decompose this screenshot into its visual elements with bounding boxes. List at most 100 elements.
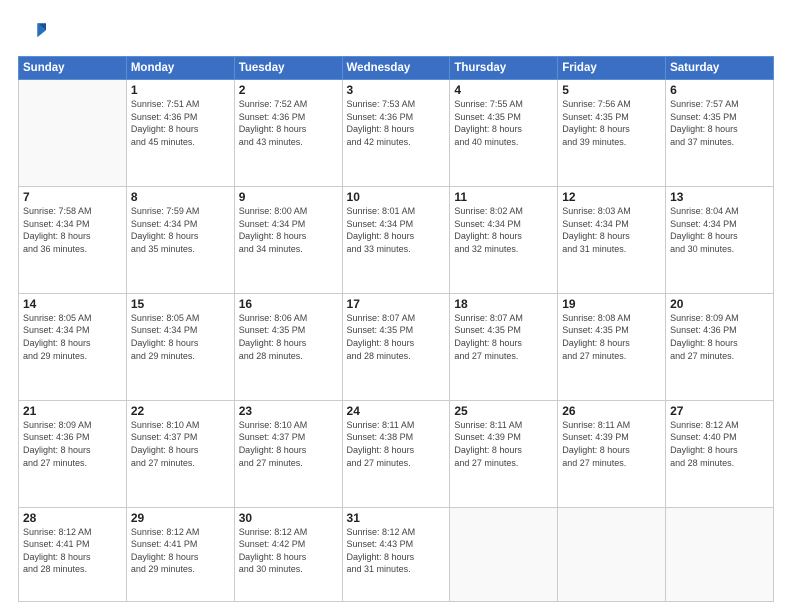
- day-info: Sunrise: 7:55 AM Sunset: 4:35 PM Dayligh…: [454, 98, 553, 148]
- day-info: Sunrise: 8:12 AM Sunset: 4:41 PM Dayligh…: [23, 526, 122, 576]
- day-number: 27: [670, 404, 769, 418]
- calendar-cell: 31Sunrise: 8:12 AM Sunset: 4:43 PM Dayli…: [342, 507, 450, 601]
- day-info: Sunrise: 8:05 AM Sunset: 4:34 PM Dayligh…: [131, 312, 230, 362]
- day-number: 6: [670, 83, 769, 97]
- calendar-cell: 29Sunrise: 8:12 AM Sunset: 4:41 PM Dayli…: [126, 507, 234, 601]
- calendar-cell: [19, 80, 127, 187]
- calendar-cell: 20Sunrise: 8:09 AM Sunset: 4:36 PM Dayli…: [666, 293, 774, 400]
- calendar-cell: 26Sunrise: 8:11 AM Sunset: 4:39 PM Dayli…: [558, 400, 666, 507]
- weekday-header-saturday: Saturday: [666, 57, 774, 80]
- calendar-cell: [558, 507, 666, 601]
- day-info: Sunrise: 8:12 AM Sunset: 4:43 PM Dayligh…: [347, 526, 446, 576]
- calendar-cell: 14Sunrise: 8:05 AM Sunset: 4:34 PM Dayli…: [19, 293, 127, 400]
- calendar-cell: 30Sunrise: 8:12 AM Sunset: 4:42 PM Dayli…: [234, 507, 342, 601]
- calendar-cell: [666, 507, 774, 601]
- day-info: Sunrise: 8:10 AM Sunset: 4:37 PM Dayligh…: [239, 419, 338, 469]
- calendar-week-3: 14Sunrise: 8:05 AM Sunset: 4:34 PM Dayli…: [19, 293, 774, 400]
- day-info: Sunrise: 8:06 AM Sunset: 4:35 PM Dayligh…: [239, 312, 338, 362]
- calendar-week-1: 1Sunrise: 7:51 AM Sunset: 4:36 PM Daylig…: [19, 80, 774, 187]
- calendar-cell: [450, 507, 558, 601]
- day-number: 20: [670, 297, 769, 311]
- calendar-cell: 19Sunrise: 8:08 AM Sunset: 4:35 PM Dayli…: [558, 293, 666, 400]
- weekday-header-sunday: Sunday: [19, 57, 127, 80]
- day-info: Sunrise: 7:57 AM Sunset: 4:35 PM Dayligh…: [670, 98, 769, 148]
- header: [18, 18, 774, 46]
- calendar-cell: 8Sunrise: 7:59 AM Sunset: 4:34 PM Daylig…: [126, 186, 234, 293]
- day-info: Sunrise: 8:10 AM Sunset: 4:37 PM Dayligh…: [131, 419, 230, 469]
- day-number: 25: [454, 404, 553, 418]
- day-info: Sunrise: 8:05 AM Sunset: 4:34 PM Dayligh…: [23, 312, 122, 362]
- calendar-cell: 27Sunrise: 8:12 AM Sunset: 4:40 PM Dayli…: [666, 400, 774, 507]
- weekday-header-tuesday: Tuesday: [234, 57, 342, 80]
- calendar-week-5: 28Sunrise: 8:12 AM Sunset: 4:41 PM Dayli…: [19, 507, 774, 601]
- day-info: Sunrise: 8:01 AM Sunset: 4:34 PM Dayligh…: [347, 205, 446, 255]
- day-number: 26: [562, 404, 661, 418]
- calendar-cell: 3Sunrise: 7:53 AM Sunset: 4:36 PM Daylig…: [342, 80, 450, 187]
- calendar-cell: 28Sunrise: 8:12 AM Sunset: 4:41 PM Dayli…: [19, 507, 127, 601]
- day-number: 3: [347, 83, 446, 97]
- day-number: 31: [347, 511, 446, 525]
- weekday-header-friday: Friday: [558, 57, 666, 80]
- calendar-table: SundayMondayTuesdayWednesdayThursdayFrid…: [18, 56, 774, 602]
- day-info: Sunrise: 7:51 AM Sunset: 4:36 PM Dayligh…: [131, 98, 230, 148]
- day-info: Sunrise: 8:11 AM Sunset: 4:39 PM Dayligh…: [454, 419, 553, 469]
- calendar-week-4: 21Sunrise: 8:09 AM Sunset: 4:36 PM Dayli…: [19, 400, 774, 507]
- logo: [18, 18, 48, 46]
- day-info: Sunrise: 7:52 AM Sunset: 4:36 PM Dayligh…: [239, 98, 338, 148]
- day-number: 18: [454, 297, 553, 311]
- day-number: 12: [562, 190, 661, 204]
- calendar-cell: 10Sunrise: 8:01 AM Sunset: 4:34 PM Dayli…: [342, 186, 450, 293]
- day-info: Sunrise: 8:03 AM Sunset: 4:34 PM Dayligh…: [562, 205, 661, 255]
- calendar-cell: 16Sunrise: 8:06 AM Sunset: 4:35 PM Dayli…: [234, 293, 342, 400]
- day-number: 14: [23, 297, 122, 311]
- day-info: Sunrise: 8:09 AM Sunset: 4:36 PM Dayligh…: [23, 419, 122, 469]
- calendar-cell: 7Sunrise: 7:58 AM Sunset: 4:34 PM Daylig…: [19, 186, 127, 293]
- day-info: Sunrise: 7:58 AM Sunset: 4:34 PM Dayligh…: [23, 205, 122, 255]
- day-number: 28: [23, 511, 122, 525]
- logo-icon: [18, 18, 46, 46]
- day-number: 15: [131, 297, 230, 311]
- day-number: 1: [131, 83, 230, 97]
- page-container: SundayMondayTuesdayWednesdayThursdayFrid…: [0, 0, 792, 612]
- day-number: 4: [454, 83, 553, 97]
- calendar-cell: 15Sunrise: 8:05 AM Sunset: 4:34 PM Dayli…: [126, 293, 234, 400]
- day-info: Sunrise: 8:04 AM Sunset: 4:34 PM Dayligh…: [670, 205, 769, 255]
- day-info: Sunrise: 8:07 AM Sunset: 4:35 PM Dayligh…: [454, 312, 553, 362]
- calendar-cell: 18Sunrise: 8:07 AM Sunset: 4:35 PM Dayli…: [450, 293, 558, 400]
- day-info: Sunrise: 8:07 AM Sunset: 4:35 PM Dayligh…: [347, 312, 446, 362]
- day-info: Sunrise: 7:59 AM Sunset: 4:34 PM Dayligh…: [131, 205, 230, 255]
- day-number: 13: [670, 190, 769, 204]
- day-number: 19: [562, 297, 661, 311]
- day-info: Sunrise: 7:56 AM Sunset: 4:35 PM Dayligh…: [562, 98, 661, 148]
- calendar-week-2: 7Sunrise: 7:58 AM Sunset: 4:34 PM Daylig…: [19, 186, 774, 293]
- day-number: 5: [562, 83, 661, 97]
- calendar-cell: 23Sunrise: 8:10 AM Sunset: 4:37 PM Dayli…: [234, 400, 342, 507]
- day-info: Sunrise: 8:12 AM Sunset: 4:41 PM Dayligh…: [131, 526, 230, 576]
- weekday-header-row: SundayMondayTuesdayWednesdayThursdayFrid…: [19, 57, 774, 80]
- calendar-cell: 17Sunrise: 8:07 AM Sunset: 4:35 PM Dayli…: [342, 293, 450, 400]
- calendar-cell: 5Sunrise: 7:56 AM Sunset: 4:35 PM Daylig…: [558, 80, 666, 187]
- day-number: 8: [131, 190, 230, 204]
- weekday-header-wednesday: Wednesday: [342, 57, 450, 80]
- day-number: 7: [23, 190, 122, 204]
- day-number: 10: [347, 190, 446, 204]
- calendar-cell: 21Sunrise: 8:09 AM Sunset: 4:36 PM Dayli…: [19, 400, 127, 507]
- day-info: Sunrise: 8:11 AM Sunset: 4:39 PM Dayligh…: [562, 419, 661, 469]
- day-number: 23: [239, 404, 338, 418]
- day-info: Sunrise: 7:53 AM Sunset: 4:36 PM Dayligh…: [347, 98, 446, 148]
- calendar-cell: 12Sunrise: 8:03 AM Sunset: 4:34 PM Dayli…: [558, 186, 666, 293]
- calendar-cell: 22Sunrise: 8:10 AM Sunset: 4:37 PM Dayli…: [126, 400, 234, 507]
- day-number: 11: [454, 190, 553, 204]
- calendar-cell: 4Sunrise: 7:55 AM Sunset: 4:35 PM Daylig…: [450, 80, 558, 187]
- day-info: Sunrise: 8:08 AM Sunset: 4:35 PM Dayligh…: [562, 312, 661, 362]
- day-number: 16: [239, 297, 338, 311]
- day-info: Sunrise: 8:00 AM Sunset: 4:34 PM Dayligh…: [239, 205, 338, 255]
- calendar-cell: 9Sunrise: 8:00 AM Sunset: 4:34 PM Daylig…: [234, 186, 342, 293]
- day-number: 2: [239, 83, 338, 97]
- weekday-header-monday: Monday: [126, 57, 234, 80]
- day-info: Sunrise: 8:02 AM Sunset: 4:34 PM Dayligh…: [454, 205, 553, 255]
- calendar-cell: 24Sunrise: 8:11 AM Sunset: 4:38 PM Dayli…: [342, 400, 450, 507]
- calendar-cell: 6Sunrise: 7:57 AM Sunset: 4:35 PM Daylig…: [666, 80, 774, 187]
- calendar-cell: 1Sunrise: 7:51 AM Sunset: 4:36 PM Daylig…: [126, 80, 234, 187]
- day-number: 17: [347, 297, 446, 311]
